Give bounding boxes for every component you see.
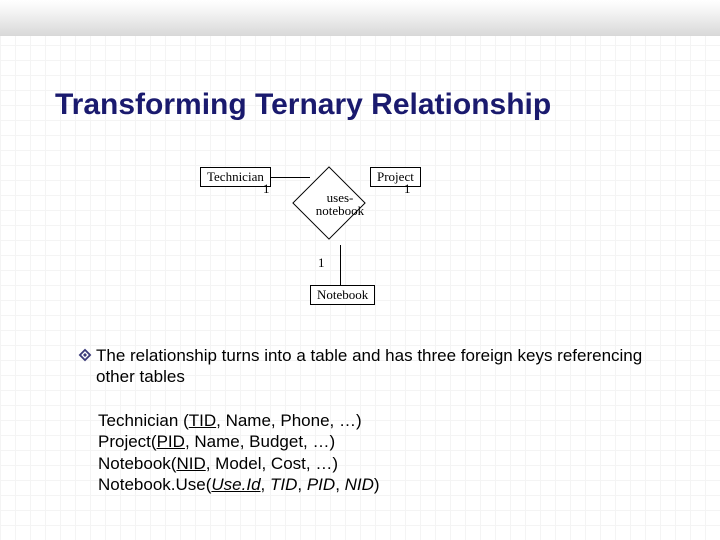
schema-notebook: Notebook(NID, Model, Cost, …) — [98, 453, 380, 474]
entity-project: Project — [370, 167, 421, 187]
diamond-bullet-icon — [78, 348, 96, 367]
cardinality-technician: 1 — [263, 181, 270, 197]
slide-title: Transforming Ternary Relationship — [55, 88, 551, 122]
schema-block: Technician (TID, Name, Phone, …) Project… — [98, 410, 380, 495]
bullet-point: The relationship turns into a table and … — [78, 345, 656, 388]
schema-technician: Technician (TID, Name, Phone, …) — [98, 410, 380, 431]
cardinality-notebook: 1 — [318, 255, 325, 271]
er-diagram: uses- notebook Technician Project Notebo… — [200, 155, 480, 325]
schema-project: Project(PID, Name, Budget, …) — [98, 431, 380, 452]
bullet-text: The relationship turns into a table and … — [96, 345, 656, 388]
entity-notebook: Notebook — [310, 285, 375, 305]
schema-notebook-use: Notebook.Use(Use.Id, TID, PID, NID) — [98, 474, 380, 495]
cardinality-project: 1 — [404, 181, 411, 197]
entity-technician: Technician — [200, 167, 271, 187]
relationship-label: uses- notebook — [305, 191, 375, 217]
